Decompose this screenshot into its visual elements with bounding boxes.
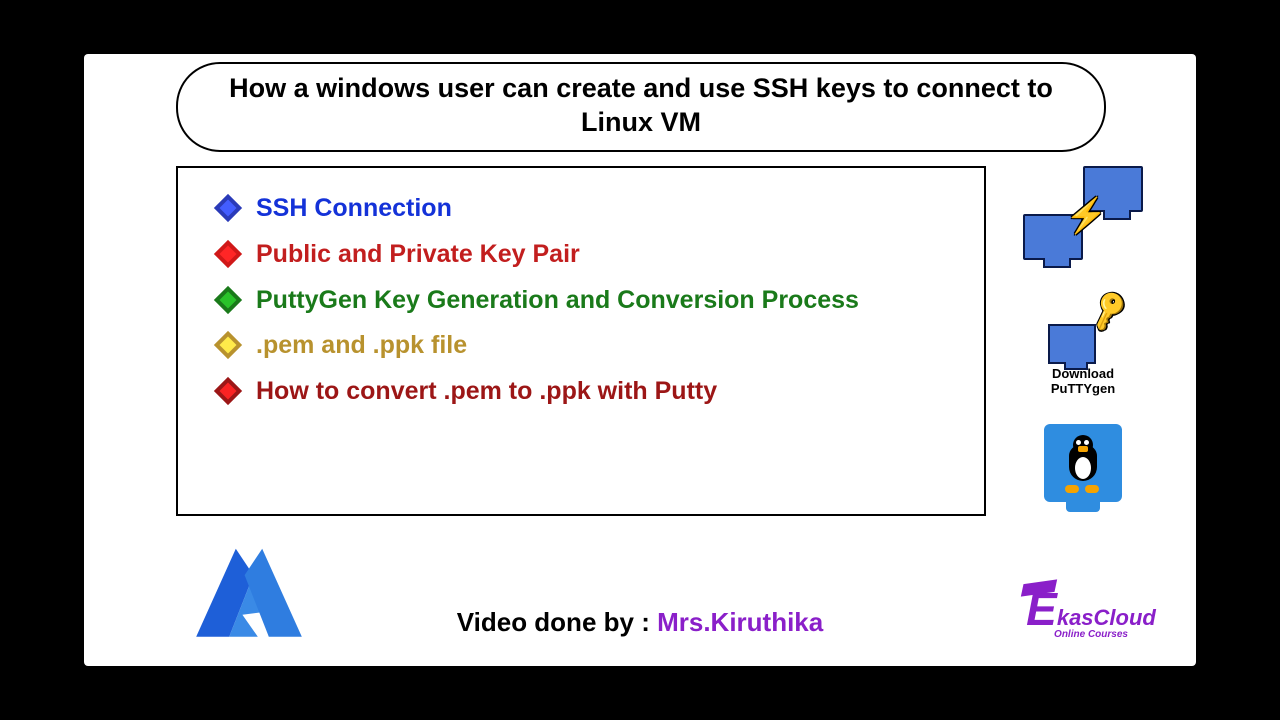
bullet-text: How to convert .pem to .ppk with Putty (256, 375, 717, 409)
slide-title: How a windows user can create and use SS… (229, 73, 1053, 137)
bullet-item: SSH Connection (218, 192, 954, 226)
bullet-text: .pem and .ppk file (256, 329, 467, 363)
diamond-bullet-icon (214, 240, 242, 268)
brand-e: E (1026, 596, 1057, 624)
bullet-item: How to convert .pem to .ppk with Putty (218, 375, 954, 409)
diamond-bullet-icon (214, 377, 242, 405)
slide: How a windows user can create and use SS… (84, 54, 1196, 666)
bullet-text: SSH Connection (256, 192, 452, 226)
bullets-box: SSH Connection Public and Private Key Pa… (176, 166, 986, 516)
tux-penguin-icon (1061, 435, 1105, 491)
bullet-text: PuttyGen Key Generation and Conversion P… (256, 284, 859, 318)
diamond-bullet-icon (214, 194, 242, 222)
title-box: How a windows user can create and use SS… (176, 62, 1106, 152)
puttygen-icon: 🔑 Download PuTTYgen (1023, 294, 1143, 396)
lightning-icon: ⚡ (1065, 196, 1107, 236)
brand-name: kasCloud (1057, 605, 1156, 630)
bullet-text: Public and Private Key Pair (256, 238, 580, 272)
bullet-item: .pem and .ppk file (218, 329, 954, 363)
credit-author: Mrs.Kiruthika (657, 607, 823, 637)
bullet-item: Public and Private Key Pair (218, 238, 954, 272)
credit-label: Video done by : (457, 607, 657, 637)
ekascloud-logo: E kasCloud Online Courses (1016, 596, 1166, 640)
putty-icon: ⚡ (1023, 166, 1143, 266)
diamond-bullet-icon (214, 331, 242, 359)
diamond-bullet-icon (214, 285, 242, 313)
bullet-item: PuttyGen Key Generation and Conversion P… (218, 284, 954, 318)
linux-vm-icon (1023, 424, 1143, 502)
right-icon-column: ⚡ 🔑 Download PuTTYgen (998, 166, 1168, 502)
puttygen-caption: Download PuTTYgen (1023, 366, 1143, 396)
